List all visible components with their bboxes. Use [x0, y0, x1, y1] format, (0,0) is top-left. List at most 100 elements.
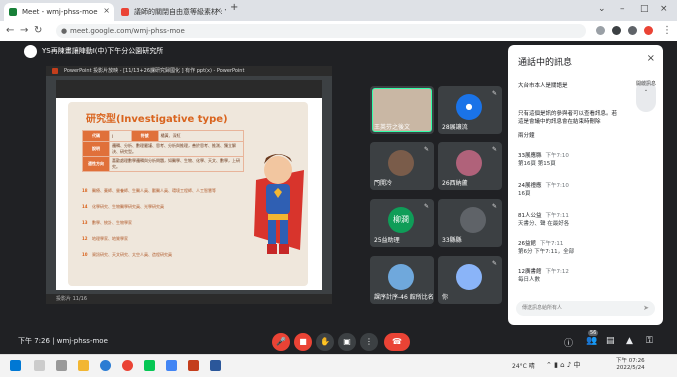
close-icon[interactable]: × [647, 53, 655, 64]
mic-off-icon: ✎ [491, 203, 497, 210]
close-window-icon[interactable]: × [660, 4, 668, 14]
raise-hand-button[interactable]: ✋ [316, 333, 334, 351]
clock[interactable]: 下午 07:26 2022/5/24 [616, 358, 645, 372]
weather-widget[interactable]: 24°C 晴 [512, 361, 535, 370]
file-explorer-icon[interactable] [78, 360, 89, 371]
participant-tile[interactable]: ✎ 門開冷 [370, 142, 434, 190]
slide-status: 投影片 11/16 [46, 294, 332, 304]
pin-message-toggle[interactable]: 開啟訊息 ⌄ [636, 80, 656, 112]
line-icon[interactable] [144, 360, 155, 371]
participant-name: 你 [442, 294, 449, 301]
close-icon[interactable]: × [215, 6, 222, 15]
avatar [388, 150, 414, 176]
table-cell: 邏輯、分析、數理嚴謹、思考、分析與推理，善於思考、推測、獨立解決、研究型。 [109, 141, 244, 157]
chat-message: 12廣書館 下午7:12 每日人數 [518, 269, 569, 283]
system-tray-icons[interactable]: ⌃ ▮ ⌂ ♪ 中 [546, 360, 581, 370]
participant-tile[interactable]: ✎ 柳澗 25益助理 [370, 199, 434, 247]
edge-icon[interactable] [100, 360, 111, 371]
task-view-icon[interactable] [56, 360, 67, 371]
list-item: 18 醫療、藥師、營養師、生醫人員、獸醫人員、環境工程師、人工智慧等 [82, 188, 216, 193]
mic-off-icon: ✎ [491, 146, 497, 153]
reload-icon[interactable]: ↻ [34, 25, 42, 36]
maximize-icon[interactable]: □ [640, 4, 649, 14]
camera-off-button[interactable]: ■ [294, 333, 312, 351]
chrome-icon[interactable] [122, 360, 133, 371]
start-icon[interactable] [10, 360, 21, 371]
chat-input-placeholder: 傳送訊息給所有人 [522, 305, 563, 311]
chat-message: 大台市本人是關語是 [518, 83, 568, 89]
table-head: 說明 [82, 141, 110, 157]
participant-name: 28展讓流 [442, 124, 468, 131]
search-icon[interactable] [34, 360, 45, 371]
meeting-name: YS再陳畫讓陣動I(中)下午分公園研究所 [42, 47, 164, 55]
taskbar: 24°C 晴 ⌃ ▮ ⌂ ♪ 中 下午 07:26 2022/5/24 [0, 354, 677, 377]
browser-tab-bar: Meet - wmj-phss-moe × 議師的關閉自由意等級素材 : Y ×… [0, 0, 677, 21]
meeting-controls: 下午 7:26 | wmj-phss-moe 🎤 ■ ✋ ▣ ⋮ ☎ ⓘ 👥 5… [0, 330, 677, 354]
lock-icon: ● [61, 27, 68, 35]
chat-input[interactable]: 傳送訊息給所有人 ➤ [516, 301, 655, 316]
avatar [456, 150, 482, 176]
participant-tile[interactable]: 王英芬之後文 [370, 86, 434, 134]
mic-off-icon: ✎ [491, 260, 497, 267]
meet-favicon-icon [9, 8, 17, 16]
chevron-down-icon[interactable]: ⌄ [598, 4, 606, 14]
pin-label: 開啟訊息 [636, 81, 657, 87]
participant-tile[interactable]: ✎ ● 28展讓流 [438, 86, 502, 134]
close-icon[interactable]: × [103, 6, 110, 15]
activities-icon[interactable]: ▲ [626, 336, 633, 346]
tab-label: 議師的關閉自由意等級素材 : Y [134, 8, 226, 16]
extension-icon[interactable] [596, 26, 605, 35]
send-icon[interactable]: ➤ [643, 301, 649, 316]
participant-tile[interactable]: ✎ 26西納蘆 [438, 142, 502, 190]
mic-off-icon: ✎ [491, 90, 497, 97]
table-cell: 橘黃、深紅 [157, 130, 245, 142]
table-head: 代碼 [82, 130, 110, 142]
tab-meet[interactable]: Meet - wmj-phss-moe × [4, 3, 114, 21]
extension-icon[interactable] [612, 26, 621, 35]
mic-off-button[interactable]: 🎤 [272, 333, 290, 351]
table-cell: 喜歡處理數學邏輯與分析問題，如醫學、生物、化學、天文、數學，上研究。 [109, 156, 244, 172]
slide: 研究型(Investigative type) 代碼 I 符號 橘黃、深紅 說明… [56, 80, 322, 290]
more-options-button[interactable]: ⋮ [360, 333, 378, 351]
people-icon[interactable]: 👥 [586, 336, 597, 346]
url-input[interactable]: ● meet.google.com/wmj-phss-moe [56, 24, 586, 38]
chat-icon[interactable]: ▤ [606, 336, 615, 346]
meeting-logo-icon [24, 45, 37, 58]
superhero-illustration [254, 154, 304, 254]
info-icon[interactable]: ⓘ [564, 336, 573, 349]
participant-tile[interactable]: ✎ 你 [438, 256, 502, 304]
table-row: 說明 邏輯、分析、數理嚴謹、思考、分析與推理，善於思考、推測、獨立解決、研究型。 [82, 141, 244, 157]
profile-avatar-icon[interactable] [644, 26, 653, 35]
new-tab-button[interactable]: + [230, 2, 238, 13]
minimize-icon[interactable]: – [620, 4, 625, 14]
table-row: 代碼 I 符號 橘黃、深紅 [82, 130, 245, 142]
word-icon[interactable] [210, 360, 221, 371]
slide-board: 研究型(Investigative type) 代碼 I 符號 橘黃、深紅 說明… [68, 102, 308, 286]
mic-off-icon: ✎ [423, 146, 429, 153]
list-item: 14 化學研究、生物醫學研究員、光學研究員 [82, 204, 164, 209]
tab-youtube[interactable]: 議師的關閉自由意等級素材 : Y × [116, 3, 226, 21]
participant-tile[interactable]: 課序計序-46 館所比名 [370, 256, 434, 304]
participant-tile[interactable]: ✎ 33縣縣 [438, 199, 502, 247]
forward-icon[interactable]: → [20, 25, 28, 36]
menu-dots-icon[interactable]: ⋮ [662, 25, 672, 36]
panel-title: 通話中的訊息 [518, 58, 573, 68]
participant-name: 25益助理 [374, 237, 400, 244]
leave-call-button[interactable]: ☎ [384, 333, 410, 351]
participant-name: 課序計序-46 館所比名 [374, 294, 434, 301]
host-controls-icon[interactable]: ⚿ [646, 336, 653, 346]
address-bar: ← → ↻ ● meet.google.com/wmj-phss-moe ⋮ [0, 21, 677, 42]
shared-screen[interactable]: PowerPoint 投影片放映 - [11/13+26課研究歸國化 ] 有作 … [46, 66, 332, 304]
powerpoint-icon[interactable] [188, 360, 199, 371]
puzzle-icon[interactable] [628, 26, 637, 35]
present-button[interactable]: ▣ [338, 333, 356, 351]
mic-off-icon: ✎ [423, 203, 429, 210]
powerpoint-icon [52, 68, 58, 74]
participant-count-badge: 56 [588, 330, 599, 336]
slide-header-band [56, 80, 322, 98]
meeting-time: 下午 7:26 | wmj-phss-moe [18, 337, 108, 345]
slide-title: 研究型(Investigative type) [86, 114, 228, 125]
back-icon[interactable]: ← [6, 25, 14, 36]
app-icon[interactable] [166, 360, 177, 371]
table-row: 適性方向 喜歡處理數學邏輯與分析問題，如醫學、生物、化學、天文、數學，上研究。 [82, 156, 244, 172]
